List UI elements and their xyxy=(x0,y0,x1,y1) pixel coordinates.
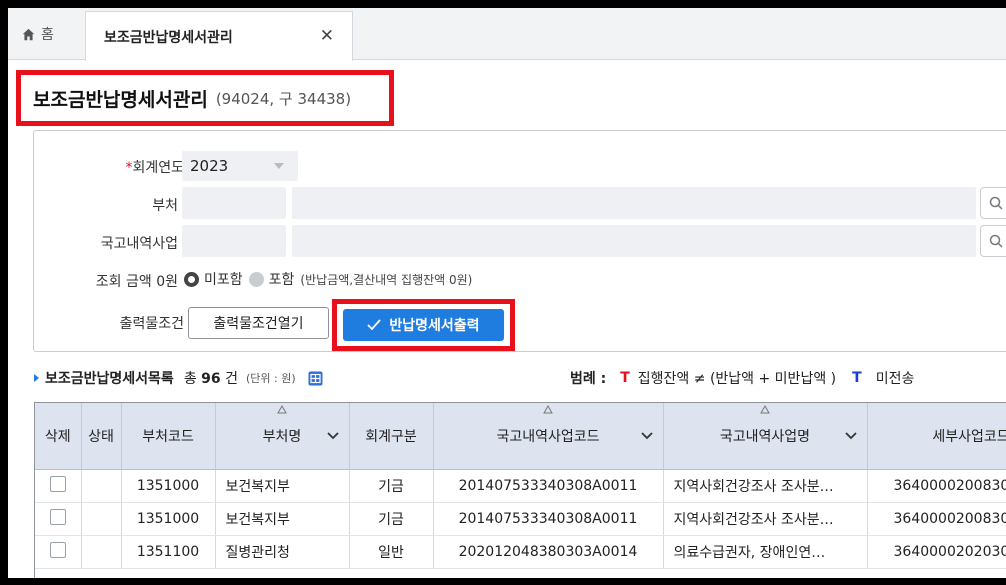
statement-grid: 삭제 상태 부처코드 부처명 회계구분 국고내역사업코드 국고내역사업명 세부사… xyxy=(34,402,1006,578)
amount-radio-group: 미포함 포함 (반납금액,결산내역 집행잔액 0원) xyxy=(184,269,472,289)
dept-code-field[interactable] xyxy=(182,187,286,219)
legend: 범례 : T 집행잔액 ≠ (반납액 + 미반납액 ) T 미전송 xyxy=(570,368,914,388)
tab-subsidy-return[interactable]: 보조금반납명세서관리 ✕ xyxy=(85,11,353,61)
col-sub-code[interactable]: 세부사업코드 xyxy=(867,403,1006,470)
search-icon xyxy=(989,234,1003,248)
row-checkbox[interactable] xyxy=(49,508,66,525)
row-checkbox-cell xyxy=(35,502,82,536)
project-name-field[interactable] xyxy=(292,225,976,257)
account-cell: 기금 xyxy=(349,502,434,536)
tab-label: 보조금반납명세서관리 xyxy=(104,29,233,46)
radio-include-label: 포함 xyxy=(268,272,295,288)
legend-blue-t: T xyxy=(852,370,862,386)
dept-code-cell: 1351000 xyxy=(121,469,216,503)
output-label: 출력물조건 xyxy=(119,316,184,332)
bullet-icon xyxy=(34,374,39,382)
tab-home-label: 홈 xyxy=(41,27,54,43)
project-name-cell: 지역사회건강조사 조사분… xyxy=(663,502,868,536)
dept-code-cell: 1351000 xyxy=(121,502,216,536)
radio-include[interactable] xyxy=(248,271,264,287)
list-title: 보조금반납명세서목록 xyxy=(45,371,174,387)
chevron-down-icon[interactable] xyxy=(844,431,857,441)
sub-code-cell: 3640000200830 xyxy=(867,502,1006,536)
status-cell xyxy=(81,469,122,503)
tab-bar: 홈 보조금반납명세서관리 ✕ xyxy=(8,8,1006,61)
year-select[interactable]: 2023 xyxy=(182,151,298,181)
print-statement-button[interactable]: 반납명세서출력 xyxy=(343,309,504,341)
close-icon[interactable]: ✕ xyxy=(320,28,334,45)
project-code-cell: 201407533340308A0011 xyxy=(433,469,664,503)
col-delete[interactable]: 삭제 xyxy=(35,403,82,470)
project-name-cell: 지역사회건강조사 조사분… xyxy=(663,469,868,503)
col-dept-code[interactable]: 부처코드 xyxy=(121,403,216,470)
col-dept-name[interactable]: 부처명 xyxy=(215,403,350,470)
chevron-down-icon[interactable] xyxy=(326,431,339,441)
dept-name-cell: 보건복지부 xyxy=(215,502,350,536)
dept-search-button[interactable] xyxy=(980,187,1006,219)
home-icon xyxy=(22,28,35,40)
radio-note: (반납금액,결산내역 집행잔액 0원) xyxy=(300,272,473,287)
page-title: 보조금반납명세서관리 xyxy=(33,88,208,111)
page-title-highlight: 보조금반납명세서관리 (94024, 구 34438) xyxy=(16,70,394,126)
legend-label: 범례 : xyxy=(570,371,607,387)
sort-icon xyxy=(543,405,553,414)
excel-download-icon[interactable] xyxy=(308,371,323,386)
project-code-cell: 202012048380303A0014 xyxy=(433,535,664,569)
row-checkbox-cell xyxy=(35,469,82,503)
status-cell xyxy=(81,502,122,536)
project-label: 국고내역사업 xyxy=(100,236,178,252)
tab-home[interactable]: 홈 xyxy=(22,22,54,46)
radio-exclude-label: 미포함 xyxy=(204,272,243,288)
check-icon xyxy=(367,319,382,331)
print-button-label: 반납명세서출력 xyxy=(389,318,480,334)
col-project-name[interactable]: 국고내역사업명 xyxy=(663,403,868,470)
dept-code-cell: 1351100 xyxy=(121,535,216,569)
page-title-count: (94024, 구 34438) xyxy=(215,89,352,108)
list-header: 보조금반납명세서목록 총 96 건 (단위 : 원) xyxy=(34,368,323,388)
col-project-code[interactable]: 국고내역사업코드 xyxy=(433,403,664,470)
project-code-field[interactable] xyxy=(182,225,286,257)
legend-red-text: 집행잔액 ≠ (반납액 + 미반납액 ) xyxy=(637,371,837,387)
sort-icon xyxy=(760,405,770,414)
dept-name-field[interactable] xyxy=(292,187,976,219)
row-checkbox[interactable] xyxy=(49,475,66,492)
account-cell: 일반 xyxy=(349,535,434,569)
amount-label: 조회 금액 0원 xyxy=(95,274,178,290)
chevron-down-icon[interactable] xyxy=(640,431,653,441)
table-row[interactable]: 1351100 질병관리청 일반 202012048380303A0014 의료… xyxy=(35,535,1006,569)
status-cell xyxy=(81,535,122,569)
radio-exclude[interactable] xyxy=(184,271,199,287)
statement-table: 삭제 상태 부처코드 부처명 회계구분 국고내역사업코드 국고내역사업명 세부사… xyxy=(35,403,1006,569)
dept-name-cell: 보건복지부 xyxy=(215,469,350,503)
list-total: 총 96 건 xyxy=(183,371,238,387)
unit-label: (단위 : 원) xyxy=(245,372,296,385)
table-row[interactable]: 1351000 보건복지부 기금 201407533340308A0011 지역… xyxy=(35,469,1006,503)
sub-code-cell: 3640000200830 xyxy=(867,469,1006,503)
legend-blue-text: 미전송 xyxy=(875,371,915,387)
year-value: 2023 xyxy=(190,157,229,175)
project-name-cell: 의료수급권자, 장애인연… xyxy=(663,535,868,569)
chevron-down-icon xyxy=(274,163,284,169)
row-checkbox[interactable] xyxy=(49,541,66,558)
open-output-conditions-button[interactable]: 출력물조건열기 xyxy=(188,307,329,339)
year-label: *회계연도 xyxy=(125,160,184,176)
table-header-row: 삭제 상태 부처코드 부처명 회계구분 국고내역사업코드 국고내역사업명 세부사… xyxy=(35,403,1006,470)
account-cell: 기금 xyxy=(349,469,434,503)
sub-code-cell: 3640000202030 xyxy=(867,535,1006,569)
app-screen: 홈 보조금반납명세서관리 ✕ 보조금반납명세서관리 (94024, 구 3443… xyxy=(8,8,1006,578)
project-search-button[interactable] xyxy=(980,225,1006,257)
legend-red-t: T xyxy=(620,370,630,386)
sort-icon xyxy=(277,405,287,414)
print-button-highlight: 반납명세서출력 xyxy=(332,299,515,351)
search-icon xyxy=(989,196,1003,210)
row-checkbox-cell xyxy=(35,535,82,569)
search-panel: *회계연도 2023 부처 국고내역사업 조회 금액 0원 미포함 포함 (반납… xyxy=(33,130,1006,352)
table-row[interactable]: 1351000 보건복지부 기금 201407533340308A0011 지역… xyxy=(35,502,1006,536)
col-status[interactable]: 상태 xyxy=(81,403,122,470)
project-code-cell: 201407533340308A0011 xyxy=(433,502,664,536)
dept-label: 부처 xyxy=(152,198,178,214)
col-account-type[interactable]: 회계구분 xyxy=(349,403,434,470)
dept-name-cell: 질병관리청 xyxy=(215,535,350,569)
